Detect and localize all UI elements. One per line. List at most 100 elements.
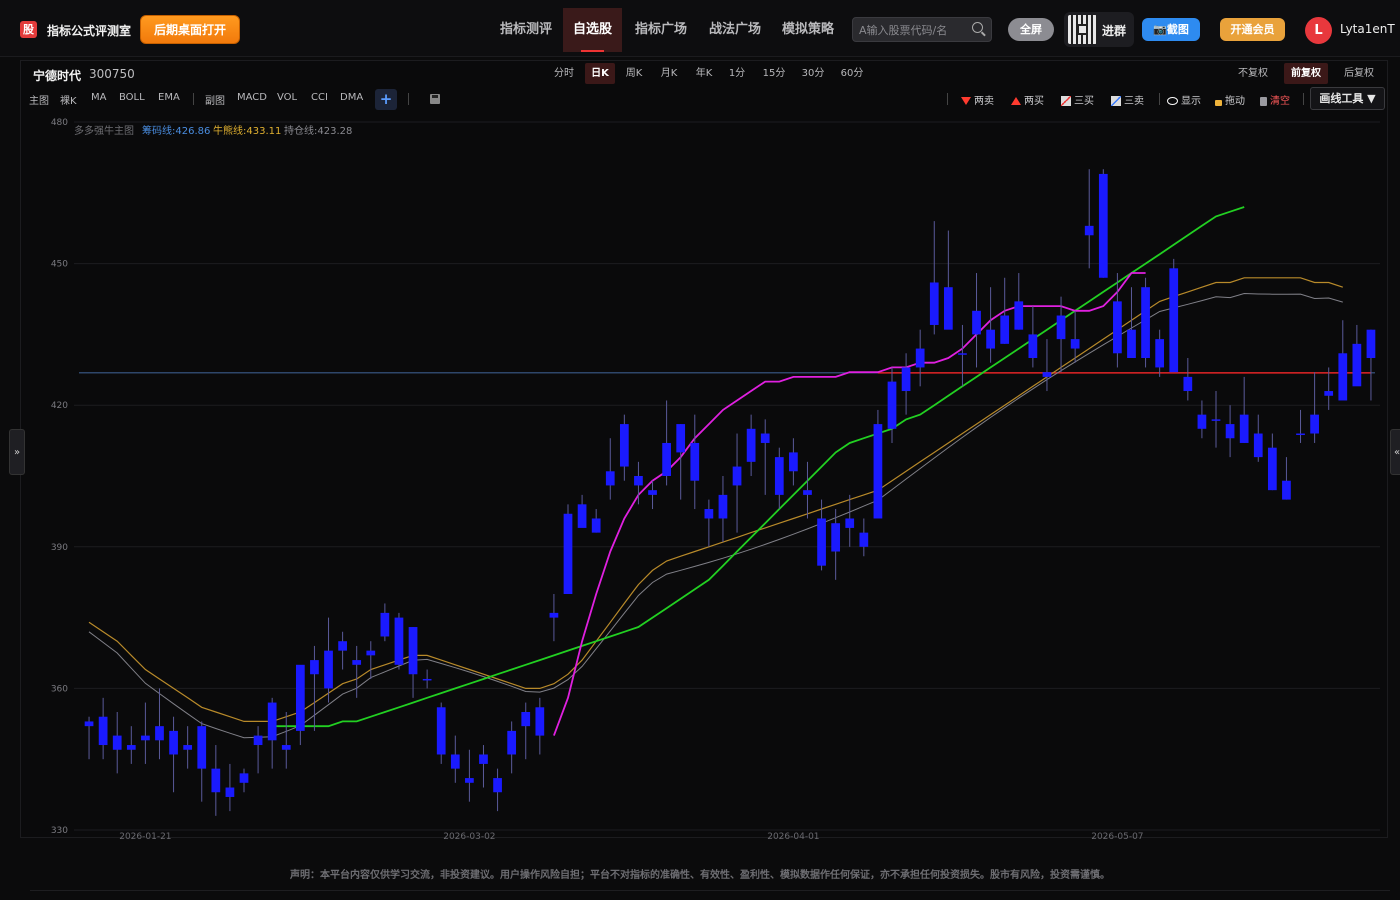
divider	[193, 93, 194, 105]
x-tick-label: 2026-03-02	[443, 832, 495, 840]
indicator-dma[interactable]: DMA	[340, 92, 363, 103]
tool-buy3[interactable]: 三买	[1061, 92, 1094, 107]
legend-title: 多多强牛主图	[74, 124, 134, 137]
indicator-ma[interactable]: MA	[91, 92, 106, 103]
candle-body	[380, 612, 390, 637]
bull-bear-line	[88, 277, 1343, 723]
nav-item-strategy-square[interactable]: 战法广场	[700, 8, 770, 52]
candle-body	[634, 476, 643, 486]
candle-body	[253, 735, 263, 746]
tool-show-label: 显示	[1181, 96, 1201, 107]
divider	[1159, 93, 1160, 105]
period-weekly[interactable]: 周K	[621, 63, 647, 84]
app-title: 指标公式评测室	[47, 24, 132, 38]
candle-body	[1155, 339, 1165, 368]
indicator-vol[interactable]: VOL	[277, 92, 297, 103]
tool-buy2[interactable]: 两买	[1011, 92, 1044, 107]
adjust-backward[interactable]: 后复权	[1338, 63, 1380, 84]
search-input[interactable]	[857, 21, 973, 40]
save-icon[interactable]	[430, 94, 440, 104]
username[interactable]: Lyta1enT	[1340, 22, 1395, 36]
adjust-none[interactable]: 不复权	[1233, 63, 1273, 84]
vip-button[interactable]: 开通会员	[1220, 18, 1285, 41]
eye-icon	[1167, 97, 1178, 105]
candle-body	[1310, 414, 1319, 434]
period-yearly[interactable]: 年K	[691, 63, 717, 84]
candle-body	[267, 702, 277, 741]
nav-item-watchlist[interactable]: 自选股	[563, 8, 622, 52]
candle-body	[479, 754, 488, 764]
candle-body	[1211, 419, 1221, 421]
indicator-cci[interactable]: CCI	[311, 92, 328, 103]
candle-body	[366, 650, 376, 656]
candle-body	[718, 494, 728, 519]
indicator-sub-chart[interactable]: 副图	[205, 92, 225, 107]
holding-line	[88, 292, 1343, 739]
candle-body	[774, 457, 784, 495]
candle-body	[859, 532, 869, 547]
candlestick-chart[interactable]: 330 360 390 420 450 480 2026-01-21 2026-03-02 20…	[22, 112, 1384, 840]
tool-clear-label: 清空	[1270, 96, 1290, 107]
candle-body	[169, 730, 178, 755]
open-desktop-button[interactable]: 后期桌面打开	[140, 15, 240, 44]
draw-tools-dropdown[interactable]: 画线工具 ▼	[1310, 87, 1385, 110]
period-monthly[interactable]: 月K	[656, 63, 682, 84]
expand-right-panel-icon[interactable]: «	[1390, 429, 1400, 475]
period-daily[interactable]: 日K	[585, 63, 615, 84]
candle-body	[1042, 372, 1052, 377]
candle-body	[619, 424, 629, 467]
stock-search	[852, 17, 992, 42]
indicator-main-chart[interactable]: 主图	[29, 92, 49, 107]
candle-body	[1267, 447, 1277, 491]
indicator-naked-k[interactable]: 裸K	[60, 92, 77, 107]
candle-body	[1324, 391, 1334, 396]
avatar[interactable]: L	[1305, 17, 1332, 44]
candle-body	[211, 768, 221, 793]
tool-show[interactable]: 显示	[1167, 92, 1201, 107]
candle-body	[436, 707, 446, 755]
candle-body	[1113, 301, 1122, 354]
fullscreen-button[interactable]: 全屏	[1008, 18, 1054, 41]
candle-body	[1338, 353, 1348, 401]
legend-bull-bear-line: 牛熊线:433.11	[213, 124, 281, 137]
nav-item-indicator-square[interactable]: 指标广场	[626, 8, 696, 52]
candle-body	[662, 442, 671, 476]
candle-body	[577, 504, 587, 528]
indicator-ema[interactable]: EMA	[158, 92, 180, 103]
period-15min[interactable]: 15分	[759, 63, 789, 84]
candle-body	[845, 518, 855, 528]
tool-drag[interactable]: 拖动	[1215, 92, 1245, 107]
candle-body	[972, 310, 981, 335]
candle-body	[676, 424, 686, 453]
nav-item-indicator-review[interactable]: 指标测评	[491, 8, 561, 52]
period-30min[interactable]: 30分	[798, 63, 828, 84]
screenshot-button[interactable]: 📷截图	[1142, 18, 1200, 41]
indicator-boll[interactable]: BOLL	[119, 92, 145, 103]
join-group-button[interactable]: 进群	[1064, 12, 1134, 47]
tool-sell2-label: 两卖	[974, 96, 994, 107]
candle-body	[295, 664, 305, 731]
tool-clear[interactable]: 清空	[1260, 92, 1290, 107]
add-indicator-button[interactable]: +	[375, 89, 397, 110]
candle-body	[84, 721, 94, 727]
y-tick-label: 390	[51, 543, 68, 553]
y-tick-label: 450	[51, 260, 68, 270]
candle-body	[239, 773, 249, 783]
search-icon[interactable]	[972, 22, 983, 33]
candle-body	[887, 381, 897, 429]
candle-body	[1197, 414, 1207, 429]
tool-sell2[interactable]: 两卖	[961, 92, 994, 107]
tool-sell3[interactable]: 三卖	[1111, 92, 1144, 107]
candle-body	[422, 678, 432, 681]
candle-body	[408, 627, 418, 675]
period-intraday[interactable]: 分时	[551, 63, 577, 84]
x-tick-label: 2026-04-01	[767, 832, 819, 840]
tool-buy3-label: 三买	[1074, 96, 1094, 107]
candle-body	[197, 726, 207, 769]
indicator-macd[interactable]: MACD	[237, 92, 267, 103]
nav-item-sim-strategy[interactable]: 模拟策略	[773, 8, 843, 52]
period-1min[interactable]: 1分	[725, 63, 749, 84]
divider	[947, 93, 948, 105]
adjust-forward[interactable]: 前复权	[1284, 63, 1328, 84]
period-60min[interactable]: 60分	[837, 63, 867, 84]
